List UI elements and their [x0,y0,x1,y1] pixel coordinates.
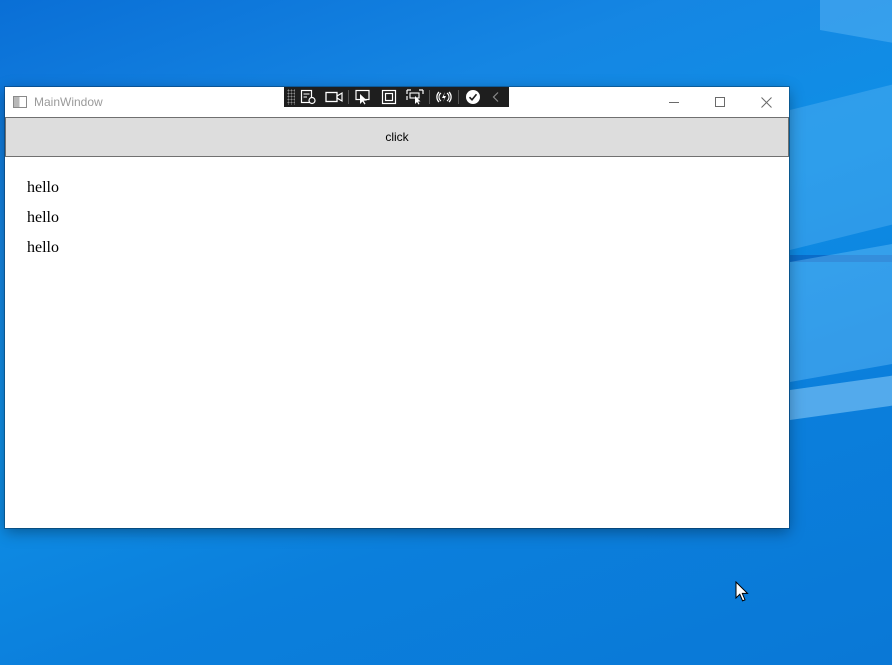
hello-list: hello hello hello [27,173,59,263]
live-visual-tree-icon[interactable] [295,87,321,107]
close-button[interactable] [743,87,789,117]
video-icon[interactable] [321,87,347,107]
wallpaper-beam [790,75,892,250]
list-item: hello [27,209,59,226]
accessibility-check-icon[interactable] [460,87,486,107]
toolbar-separator [429,90,430,104]
desktop: MainWindow click hello hello hello [0,0,892,665]
xaml-debug-toolbar [284,87,509,107]
main-window: MainWindow click hello hello hello [5,87,789,528]
window-controls [651,87,789,117]
wallpaper-beam [790,237,892,382]
select-element-icon[interactable] [350,87,376,107]
list-item: hello [27,179,59,196]
window-title: MainWindow [34,95,103,109]
app-icon [13,96,27,108]
collapse-chevron-icon[interactable] [486,87,506,107]
toolbar-separator [458,90,459,104]
maximize-icon [715,97,725,107]
list-item: hello [27,239,59,256]
track-focus-icon[interactable] [402,87,428,107]
wallpaper-beam [820,0,892,52]
maximize-button[interactable] [697,87,743,117]
toolbar-separator [348,90,349,104]
mouse-pointer-icon [735,580,749,608]
minimize-icon [669,102,679,103]
minimize-button[interactable] [651,87,697,117]
hot-reload-icon[interactable] [431,87,457,107]
title-bar[interactable]: MainWindow [5,87,789,117]
close-icon [760,96,772,108]
click-button[interactable]: click [5,117,789,157]
toolbar-grip[interactable] [287,89,295,105]
display-layout-adorners-icon[interactable] [376,87,402,107]
